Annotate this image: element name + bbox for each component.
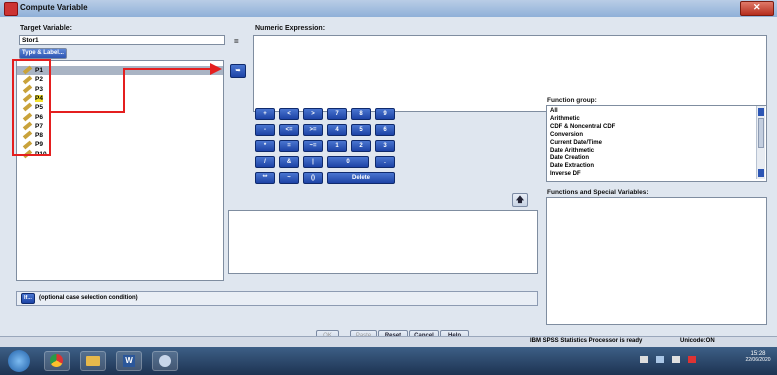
security-icon[interactable] (688, 356, 696, 363)
red-annotation-overlay (12, 59, 222, 156)
volume-icon[interactable] (672, 356, 680, 363)
processor-status: IBM SPSS Statistics Processor is ready (530, 338, 643, 344)
folder-icon[interactable] (80, 351, 106, 371)
chrome-icon[interactable] (44, 351, 70, 371)
compute-variable-dialog: Target Variable: Stor1 Type & Label... =… (0, 17, 777, 347)
spss-taskbar-icon[interactable] (152, 351, 178, 371)
window-title: Compute Variable (20, 3, 88, 12)
start-button[interactable] (8, 350, 30, 372)
annotation-arrow-line (50, 68, 210, 113)
unicode-status: Unicode:ON (680, 338, 715, 344)
word-icon[interactable]: W (116, 351, 142, 371)
keyboard-icon[interactable] (640, 356, 648, 363)
tray-clock[interactable]: 15:28 22/06/2020 (740, 351, 776, 363)
tray-date: 22/06/2020 (745, 357, 771, 363)
title-bar: Compute Variable ✕ (0, 0, 777, 17)
variables-highlight-box (12, 59, 51, 156)
close-button[interactable]: ✕ (740, 1, 774, 16)
close-icon: ✕ (753, 2, 761, 12)
spss-app-icon (4, 2, 18, 16)
system-tray[interactable] (640, 356, 720, 364)
network-icon[interactable] (656, 356, 664, 363)
taskbar: W 15:28 22/06/2020 (0, 347, 777, 375)
annotation-arrow-head (210, 63, 222, 75)
